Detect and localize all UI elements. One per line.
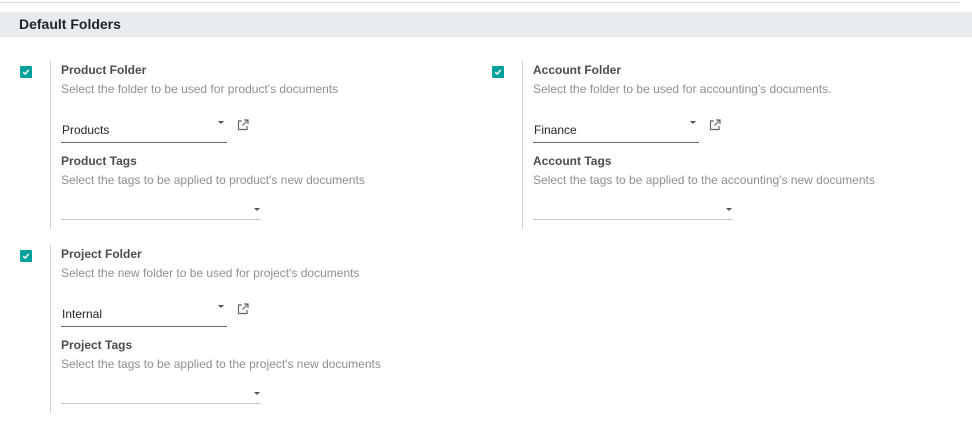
setting-divider: [50, 245, 51, 413]
external-link-icon[interactable]: [236, 118, 250, 132]
product-folder-description: Select the folder to be used for product…: [61, 82, 339, 96]
section-header: Default Folders: [0, 12, 972, 37]
product-folder-checkbox[interactable]: [20, 66, 32, 78]
project-folder-select[interactable]: Internal: [61, 302, 227, 327]
setting-divider: [522, 61, 523, 229]
caret-down-icon: [218, 121, 224, 124]
account-folder-checkbox[interactable]: [492, 66, 504, 78]
product-tags-label: Product Tags: [61, 154, 137, 168]
account-tags-input[interactable]: [533, 202, 733, 220]
caret-down-icon: [690, 121, 696, 124]
external-link-icon[interactable]: [236, 302, 250, 316]
checkmark-icon: [22, 69, 30, 76]
product-folder-value: Products: [62, 123, 110, 137]
caret-down-icon: [218, 305, 224, 308]
divider: [0, 2, 960, 3]
product-tags-input[interactable]: [61, 202, 261, 220]
checkmark-icon: [494, 69, 502, 76]
product-folder-label: Product Folder: [61, 63, 147, 77]
project-folder-checkbox[interactable]: [20, 250, 32, 262]
project-tags-label: Project Tags: [61, 338, 133, 352]
project-tags-description: Select the tags to be applied to the pro…: [61, 357, 381, 371]
account-folder-value: Finance: [534, 123, 577, 137]
account-folder-select[interactable]: Finance: [533, 118, 699, 143]
caret-down-icon: [254, 208, 260, 211]
project-folder-description: Select the new folder to be used for pro…: [61, 266, 360, 280]
project-folder-value: Internal: [62, 307, 103, 321]
external-link-icon[interactable]: [708, 118, 722, 132]
section-title: Default Folders: [19, 16, 121, 32]
setting-divider: [50, 61, 51, 229]
project-folder-label: Project Folder: [61, 247, 142, 261]
caret-down-icon: [254, 392, 260, 395]
product-tags-description: Select the tags to be applied to product…: [61, 173, 365, 187]
product-folder-select[interactable]: Products: [61, 118, 227, 143]
project-tags-input[interactable]: [61, 386, 261, 404]
account-folder-description: Select the folder to be used for account…: [533, 82, 832, 96]
account-tags-description: Select the tags to be applied to the acc…: [533, 173, 875, 187]
account-tags-label: Account Tags: [533, 154, 612, 168]
account-folder-label: Account Folder: [533, 63, 622, 77]
settings-page: Default Folders Product Folder Select th…: [0, 0, 972, 421]
caret-down-icon: [726, 208, 732, 211]
checkmark-icon: [22, 253, 30, 260]
